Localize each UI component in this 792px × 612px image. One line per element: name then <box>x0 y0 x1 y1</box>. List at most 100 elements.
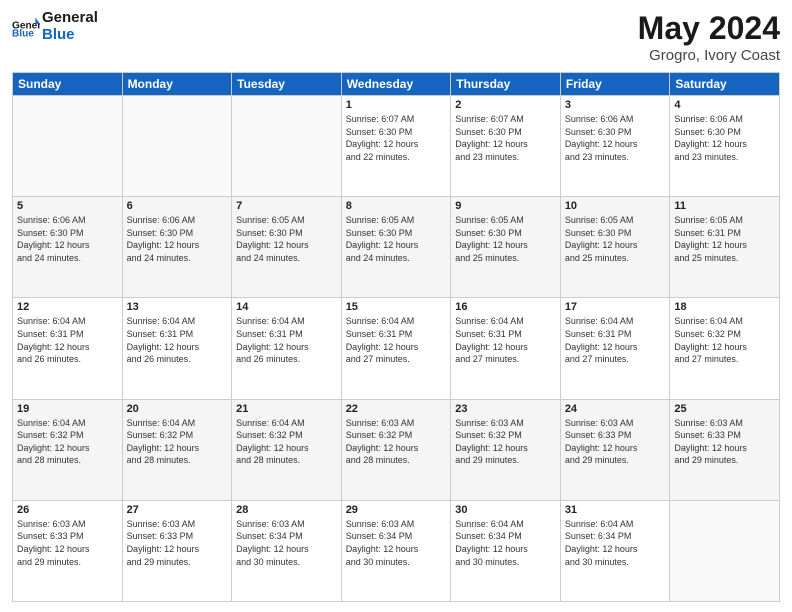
calendar-cell: 24Sunrise: 6:03 AM Sunset: 6:33 PM Dayli… <box>560 399 670 500</box>
day-info: Sunrise: 6:06 AM Sunset: 6:30 PM Dayligh… <box>565 113 666 163</box>
calendar-cell: 15 Sunrise: 6:04 AM Sunset: 6:31 PM Dayli… <box>341 298 451 399</box>
day-info: Sunrise: 6:03 AM Sunset: 6:34 PM Dayligh… <box>346 518 447 568</box>
day-number: 23 <box>455 403 556 415</box>
day-number: 28 <box>236 504 337 516</box>
calendar-cell: 22Sunrise: 6:03 AM Sunset: 6:32 PM Dayli… <box>341 399 451 500</box>
day-number: 3 <box>565 99 666 111</box>
logo: General Blue General Blue <box>12 10 98 43</box>
day-number: 10 <box>565 200 666 212</box>
calendar-week-4: 19 Sunrise: 6:04 AM Sunset: 6:32 PM Dayli… <box>13 399 780 500</box>
day-info: Sunrise: 6:03 AM Sunset: 6:34 PM Dayligh… <box>236 518 337 568</box>
calendar-week-2: 5 Sunrise: 6:06 AM Sunset: 6:30 PM Daylig… <box>13 197 780 298</box>
main-title: May 2024 <box>638 10 780 47</box>
day-info: Sunrise: 6:07 AM Sunset: 6:30 PM Dayligh… <box>455 113 556 163</box>
title-block: May 2024 Grogro, Ivory Coast <box>638 10 780 64</box>
day-number: 18 <box>674 301 775 313</box>
calendar-cell: 16 Sunrise: 6:04 AM Sunset: 6:31 PM Dayli… <box>451 298 561 399</box>
day-number: 4 <box>674 99 775 111</box>
day-number: 27 <box>127 504 228 516</box>
calendar-cell: 18 Sunrise: 6:04 AM Sunset: 6:32 PM Dayli… <box>670 298 780 399</box>
day-info: Sunrise: 6:06 AM Sunset: 6:30 PM Dayligh… <box>674 113 775 163</box>
day-number: 11 <box>674 200 775 212</box>
day-number: 19 <box>17 403 118 415</box>
day-info: Sunrise: 6:03 AM Sunset: 6:33 PM Dayligh… <box>127 518 228 568</box>
day-number: 7 <box>236 200 337 212</box>
day-info: Sunrise: 6:07 AM Sunset: 6:30 PM Dayligh… <box>346 113 447 163</box>
day-info: Sunrise: 6:04 AM Sunset: 6:31 PM Dayligh… <box>127 315 228 365</box>
day-info: Sunrise: 6:05 AM Sunset: 6:30 PM Dayligh… <box>236 214 337 264</box>
day-number: 16 <box>455 301 556 313</box>
calendar-week-1: 1Sunrise: 6:07 AM Sunset: 6:30 PM Daylig… <box>13 96 780 197</box>
day-number: 20 <box>127 403 228 415</box>
calendar-cell: 30 Sunrise: 6:04 AM Sunset: 6:34 PM Dayli… <box>451 500 561 601</box>
day-number: 5 <box>17 200 118 212</box>
calendar-cell: 28 Sunrise: 6:03 AM Sunset: 6:34 PM Dayli… <box>232 500 342 601</box>
calendar-cell: 19Sunrise: 6:04 AM Sunset: 6:32 PM Dayli… <box>13 399 123 500</box>
calendar-cell: 17 Sunrise: 6:04 AM Sunset: 6:31 PM Dayli… <box>560 298 670 399</box>
calendar-cell: 7 Sunrise: 6:05 AM Sunset: 6:30 PM Daylig… <box>232 197 342 298</box>
day-number: 15 <box>346 301 447 313</box>
day-info: Sunrise: 6:04 AM Sunset: 6:32 PM Dayligh… <box>236 417 337 467</box>
calendar-cell <box>122 96 232 197</box>
header-monday: Monday <box>122 73 232 96</box>
day-info: Sunrise: 6:04 AM Sunset: 6:31 PM Dayligh… <box>17 315 118 365</box>
day-info: Sunrise: 6:04 AM Sunset: 6:32 PM Dayligh… <box>674 315 775 365</box>
calendar-cell <box>13 96 123 197</box>
calendar-cell: 27 Sunrise: 6:03 AM Sunset: 6:33 PM Dayli… <box>122 500 232 601</box>
day-info: Sunrise: 6:04 AM Sunset: 6:34 PM Dayligh… <box>455 518 556 568</box>
calendar-cell: 2 Sunrise: 6:07 AM Sunset: 6:30 PM Daylig… <box>451 96 561 197</box>
header-tuesday: Tuesday <box>232 73 342 96</box>
day-info: Sunrise: 6:05 AM Sunset: 6:30 PM Dayligh… <box>565 214 666 264</box>
day-number: 21 <box>236 403 337 415</box>
day-number: 29 <box>346 504 447 516</box>
day-number: 2 <box>455 99 556 111</box>
day-number: 17 <box>565 301 666 313</box>
calendar-cell: 11 Sunrise: 6:05 AM Sunset: 6:31 PM Dayli… <box>670 197 780 298</box>
page: General Blue General Blue May 2024 Grogr… <box>0 0 792 612</box>
day-number: 26 <box>17 504 118 516</box>
calendar-cell: 31 Sunrise: 6:04 AM Sunset: 6:34 PM Dayli… <box>560 500 670 601</box>
day-number: 25 <box>674 403 775 415</box>
calendar-cell: 13Sunrise: 6:04 AM Sunset: 6:31 PM Dayli… <box>122 298 232 399</box>
day-number: 22 <box>346 403 447 415</box>
day-info: Sunrise: 6:04 AM Sunset: 6:34 PM Dayligh… <box>565 518 666 568</box>
day-number: 14 <box>236 301 337 313</box>
logo-blue: Blue <box>42 27 98 44</box>
day-info: Sunrise: 6:04 AM Sunset: 6:31 PM Dayligh… <box>455 315 556 365</box>
day-info: Sunrise: 6:05 AM Sunset: 6:31 PM Dayligh… <box>674 214 775 264</box>
calendar-cell: 12 Sunrise: 6:04 AM Sunset: 6:31 PM Dayli… <box>13 298 123 399</box>
calendar-week-3: 12 Sunrise: 6:04 AM Sunset: 6:31 PM Dayli… <box>13 298 780 399</box>
day-info: Sunrise: 6:03 AM Sunset: 6:33 PM Dayligh… <box>17 518 118 568</box>
header-wednesday: Wednesday <box>341 73 451 96</box>
day-info: Sunrise: 6:03 AM Sunset: 6:33 PM Dayligh… <box>565 417 666 467</box>
calendar-cell: 23Sunrise: 6:03 AM Sunset: 6:32 PM Dayli… <box>451 399 561 500</box>
header-sunday: Sunday <box>13 73 123 96</box>
calendar-cell <box>670 500 780 601</box>
calendar-header-row: Sunday Monday Tuesday Wednesday Thursday… <box>13 73 780 96</box>
calendar-cell: 8Sunrise: 6:05 AM Sunset: 6:30 PM Daylig… <box>341 197 451 298</box>
logo-icon: General Blue <box>12 16 40 38</box>
day-info: Sunrise: 6:06 AM Sunset: 6:30 PM Dayligh… <box>127 214 228 264</box>
calendar-cell: 9Sunrise: 6:05 AM Sunset: 6:30 PM Daylig… <box>451 197 561 298</box>
calendar-cell: 6Sunrise: 6:06 AM Sunset: 6:30 PM Daylig… <box>122 197 232 298</box>
calendar-cell: 29 Sunrise: 6:03 AM Sunset: 6:34 PM Dayli… <box>341 500 451 601</box>
day-number: 30 <box>455 504 556 516</box>
calendar-cell: 3 Sunrise: 6:06 AM Sunset: 6:30 PM Daylig… <box>560 96 670 197</box>
day-info: Sunrise: 6:04 AM Sunset: 6:31 PM Dayligh… <box>236 315 337 365</box>
day-number: 8 <box>346 200 447 212</box>
calendar-cell: 21 Sunrise: 6:04 AM Sunset: 6:32 PM Dayli… <box>232 399 342 500</box>
day-info: Sunrise: 6:06 AM Sunset: 6:30 PM Dayligh… <box>17 214 118 264</box>
calendar-cell: 14 Sunrise: 6:04 AM Sunset: 6:31 PM Dayli… <box>232 298 342 399</box>
calendar-table: Sunday Monday Tuesday Wednesday Thursday… <box>12 72 780 602</box>
calendar-week-5: 26 Sunrise: 6:03 AM Sunset: 6:33 PM Dayli… <box>13 500 780 601</box>
day-number: 12 <box>17 301 118 313</box>
day-number: 31 <box>565 504 666 516</box>
day-info: Sunrise: 6:04 AM Sunset: 6:31 PM Dayligh… <box>565 315 666 365</box>
calendar-cell: 25Sunrise: 6:03 AM Sunset: 6:33 PM Dayli… <box>670 399 780 500</box>
svg-text:Blue: Blue <box>12 28 34 38</box>
calendar-cell: 5 Sunrise: 6:06 AM Sunset: 6:30 PM Daylig… <box>13 197 123 298</box>
header-thursday: Thursday <box>451 73 561 96</box>
calendar-cell: 10 Sunrise: 6:05 AM Sunset: 6:30 PM Dayli… <box>560 197 670 298</box>
day-info: Sunrise: 6:04 AM Sunset: 6:31 PM Dayligh… <box>346 315 447 365</box>
subtitle: Grogro, Ivory Coast <box>638 47 780 64</box>
